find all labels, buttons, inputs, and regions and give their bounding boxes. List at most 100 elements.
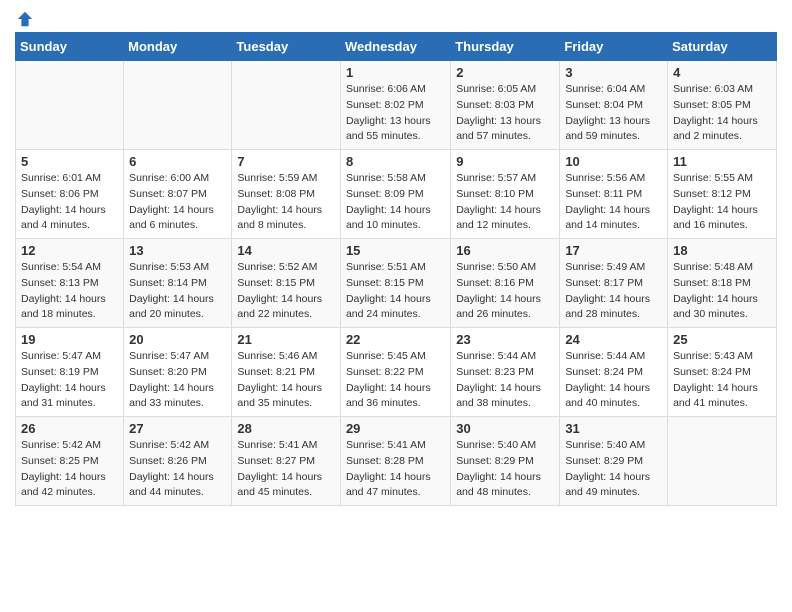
day-number: 10 xyxy=(565,154,662,169)
day-info: Sunrise: 6:05 AMSunset: 8:03 PMDaylight:… xyxy=(456,82,554,145)
logo xyxy=(15,10,35,24)
day-number: 15 xyxy=(346,243,445,258)
calendar-table: SundayMondayTuesdayWednesdayThursdayFrid… xyxy=(15,32,777,506)
day-number: 20 xyxy=(129,332,226,347)
day-number: 8 xyxy=(346,154,445,169)
day-number: 28 xyxy=(237,421,335,436)
day-info: Sunrise: 5:45 AMSunset: 8:22 PMDaylight:… xyxy=(346,349,445,412)
calendar-cell: 13 Sunrise: 5:53 AMSunset: 8:14 PMDayligh… xyxy=(124,239,232,328)
calendar-cell: 22 Sunrise: 5:45 AMSunset: 8:22 PMDayligh… xyxy=(340,328,450,417)
day-number: 13 xyxy=(129,243,226,258)
day-number: 1 xyxy=(346,65,445,80)
calendar-cell: 19Sunrise: 5:47 AMSunset: 8:19 PMDayligh… xyxy=(16,328,124,417)
calendar-cell: 2 Sunrise: 6:05 AMSunset: 8:03 PMDaylight… xyxy=(451,61,560,150)
calendar-cell: 3Sunrise: 6:04 AMSunset: 8:04 PMDaylight… xyxy=(560,61,668,150)
day-info: Sunrise: 5:47 AMSunset: 8:19 PMDaylight:… xyxy=(21,349,118,412)
calendar-cell: 6Sunrise: 6:00 AMSunset: 8:07 PMDaylight… xyxy=(124,150,232,239)
day-info: Sunrise: 5:55 AMSunset: 8:12 PMDaylight:… xyxy=(673,171,771,234)
day-info: Sunrise: 5:42 AMSunset: 8:25 PMDaylight:… xyxy=(21,438,118,501)
day-info: Sunrise: 5:50 AMSunset: 8:16 PMDaylight:… xyxy=(456,260,554,323)
week-row-5: 26 Sunrise: 5:42 AMSunset: 8:25 PMDayligh… xyxy=(16,417,777,506)
calendar-cell: 21Sunrise: 5:46 AMSunset: 8:21 PMDayligh… xyxy=(232,328,341,417)
header-tuesday: Tuesday xyxy=(232,33,341,61)
day-info: Sunrise: 5:51 AMSunset: 8:15 PMDaylight:… xyxy=(346,260,445,323)
day-number: 3 xyxy=(565,65,662,80)
calendar-cell: 17 Sunrise: 5:49 AMSunset: 8:17 PMDayligh… xyxy=(560,239,668,328)
day-number: 6 xyxy=(129,154,226,169)
calendar-cell: 10 Sunrise: 5:56 AMSunset: 8:11 PMDayligh… xyxy=(560,150,668,239)
calendar-cell xyxy=(668,417,777,506)
calendar-cell: 7 Sunrise: 5:59 AMSunset: 8:08 PMDaylight… xyxy=(232,150,341,239)
day-info: Sunrise: 6:01 AMSunset: 8:06 PMDaylight:… xyxy=(21,171,118,234)
day-number: 5 xyxy=(21,154,118,169)
week-row-4: 19Sunrise: 5:47 AMSunset: 8:19 PMDayligh… xyxy=(16,328,777,417)
week-row-3: 12 Sunrise: 5:54 AMSunset: 8:13 PMDayligh… xyxy=(16,239,777,328)
calendar-cell: 18 Sunrise: 5:48 AMSunset: 8:18 PMDayligh… xyxy=(668,239,777,328)
day-info: Sunrise: 6:06 AMSunset: 8:02 PMDaylight:… xyxy=(346,82,445,145)
day-number: 14 xyxy=(237,243,335,258)
calendar-cell: 27 Sunrise: 5:42 AMSunset: 8:26 PMDayligh… xyxy=(124,417,232,506)
calendar-cell: 4Sunrise: 6:03 AMSunset: 8:05 PMDaylight… xyxy=(668,61,777,150)
header-thursday: Thursday xyxy=(451,33,560,61)
day-info: Sunrise: 5:41 AMSunset: 8:27 PMDaylight:… xyxy=(237,438,335,501)
calendar-cell xyxy=(124,61,232,150)
header-sunday: Sunday xyxy=(16,33,124,61)
calendar-cell: 30Sunrise: 5:40 AMSunset: 8:29 PMDayligh… xyxy=(451,417,560,506)
day-number: 17 xyxy=(565,243,662,258)
header-monday: Monday xyxy=(124,33,232,61)
day-number: 9 xyxy=(456,154,554,169)
calendar-cell: 9 Sunrise: 5:57 AMSunset: 8:10 PMDaylight… xyxy=(451,150,560,239)
calendar-cell: 11 Sunrise: 5:55 AMSunset: 8:12 PMDayligh… xyxy=(668,150,777,239)
calendar-cell xyxy=(232,61,341,150)
day-info: Sunrise: 5:58 AMSunset: 8:09 PMDaylight:… xyxy=(346,171,445,234)
day-info: Sunrise: 5:54 AMSunset: 8:13 PMDaylight:… xyxy=(21,260,118,323)
week-row-2: 5 Sunrise: 6:01 AMSunset: 8:06 PMDaylight… xyxy=(16,150,777,239)
calendar-header-row: SundayMondayTuesdayWednesdayThursdayFrid… xyxy=(16,33,777,61)
day-number: 11 xyxy=(673,154,771,169)
day-info: Sunrise: 5:41 AMSunset: 8:28 PMDaylight:… xyxy=(346,438,445,501)
day-number: 31 xyxy=(565,421,662,436)
calendar-cell: 5 Sunrise: 6:01 AMSunset: 8:06 PMDaylight… xyxy=(16,150,124,239)
day-number: 18 xyxy=(673,243,771,258)
day-info: Sunrise: 5:43 AMSunset: 8:24 PMDaylight:… xyxy=(673,349,771,412)
calendar-cell: 24 Sunrise: 5:44 AMSunset: 8:24 PMDayligh… xyxy=(560,328,668,417)
day-info: Sunrise: 5:40 AMSunset: 8:29 PMDaylight:… xyxy=(565,438,662,501)
day-info: Sunrise: 5:56 AMSunset: 8:11 PMDaylight:… xyxy=(565,171,662,234)
day-info: Sunrise: 5:53 AMSunset: 8:14 PMDaylight:… xyxy=(129,260,226,323)
week-row-1: 1 Sunrise: 6:06 AMSunset: 8:02 PMDaylight… xyxy=(16,61,777,150)
day-info: Sunrise: 5:48 AMSunset: 8:18 PMDaylight:… xyxy=(673,260,771,323)
calendar-cell: 29 Sunrise: 5:41 AMSunset: 8:28 PMDayligh… xyxy=(340,417,450,506)
calendar-cell xyxy=(16,61,124,150)
day-info: Sunrise: 6:03 AMSunset: 8:05 PMDaylight:… xyxy=(673,82,771,145)
day-info: Sunrise: 5:44 AMSunset: 8:24 PMDaylight:… xyxy=(565,349,662,412)
day-info: Sunrise: 5:42 AMSunset: 8:26 PMDaylight:… xyxy=(129,438,226,501)
day-info: Sunrise: 5:57 AMSunset: 8:10 PMDaylight:… xyxy=(456,171,554,234)
logo-icon xyxy=(16,10,34,28)
day-number: 26 xyxy=(21,421,118,436)
calendar-cell: 16Sunrise: 5:50 AMSunset: 8:16 PMDayligh… xyxy=(451,239,560,328)
day-info: Sunrise: 5:52 AMSunset: 8:15 PMDaylight:… xyxy=(237,260,335,323)
day-info: Sunrise: 5:59 AMSunset: 8:08 PMDaylight:… xyxy=(237,171,335,234)
day-number: 7 xyxy=(237,154,335,169)
page-header xyxy=(15,10,777,24)
header-friday: Friday xyxy=(560,33,668,61)
day-number: 12 xyxy=(21,243,118,258)
day-number: 27 xyxy=(129,421,226,436)
calendar-cell: 28 Sunrise: 5:41 AMSunset: 8:27 PMDayligh… xyxy=(232,417,341,506)
day-number: 24 xyxy=(565,332,662,347)
day-number: 22 xyxy=(346,332,445,347)
day-number: 23 xyxy=(456,332,554,347)
day-number: 29 xyxy=(346,421,445,436)
day-info: Sunrise: 5:49 AMSunset: 8:17 PMDaylight:… xyxy=(565,260,662,323)
header-saturday: Saturday xyxy=(668,33,777,61)
day-number: 2 xyxy=(456,65,554,80)
calendar-cell: 31 Sunrise: 5:40 AMSunset: 8:29 PMDayligh… xyxy=(560,417,668,506)
header-wednesday: Wednesday xyxy=(340,33,450,61)
day-info: Sunrise: 5:47 AMSunset: 8:20 PMDaylight:… xyxy=(129,349,226,412)
calendar-cell: 23Sunrise: 5:44 AMSunset: 8:23 PMDayligh… xyxy=(451,328,560,417)
day-info: Sunrise: 5:40 AMSunset: 8:29 PMDaylight:… xyxy=(456,438,554,501)
calendar-cell: 1 Sunrise: 6:06 AMSunset: 8:02 PMDaylight… xyxy=(340,61,450,150)
day-info: Sunrise: 5:46 AMSunset: 8:21 PMDaylight:… xyxy=(237,349,335,412)
calendar-cell: 15 Sunrise: 5:51 AMSunset: 8:15 PMDayligh… xyxy=(340,239,450,328)
calendar-cell: 8 Sunrise: 5:58 AMSunset: 8:09 PMDaylight… xyxy=(340,150,450,239)
